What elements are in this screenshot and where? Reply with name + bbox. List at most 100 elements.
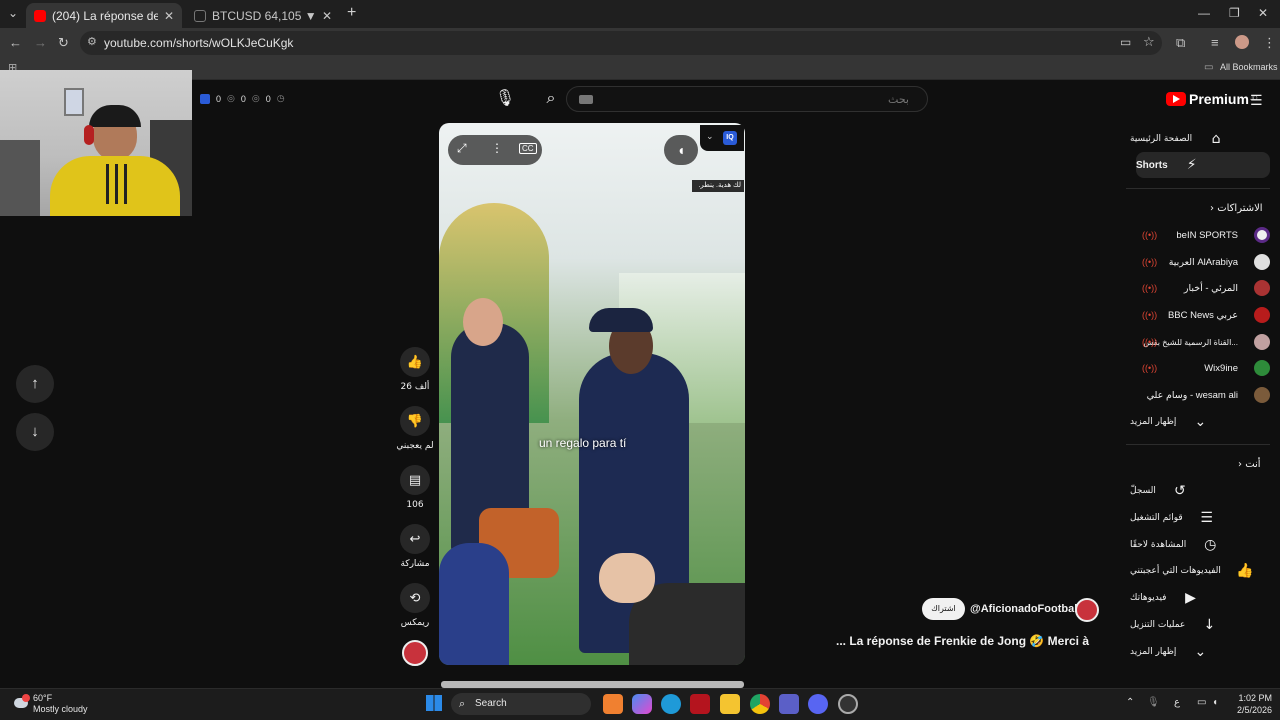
bookmark-star-icon[interactable]: ☆ xyxy=(1143,34,1155,50)
sidebar-item-your-videos[interactable]: ▶ فيديوهاتك xyxy=(1130,585,1270,611)
search-button[interactable]: ⌕ xyxy=(537,86,565,112)
edge-icon[interactable] xyxy=(661,694,681,714)
channel-avatar[interactable] xyxy=(1075,598,1099,622)
site-info-icon[interactable]: ⚙ xyxy=(87,35,97,48)
headset-icon xyxy=(84,125,94,145)
subs-show-more[interactable]: ⌄ إظهار المزيد xyxy=(1130,409,1270,435)
address-bar[interactable]: ⚙ youtube.com/shorts/wOLKJeCuKgk ▭ ☆ xyxy=(80,31,1162,55)
profile-avatar[interactable] xyxy=(1235,35,1249,49)
shorts-video-player[interactable] xyxy=(439,123,745,665)
system-clock[interactable]: 1:02 PM 2/5/2026 xyxy=(1224,692,1272,716)
progress-bar[interactable] xyxy=(441,681,744,688)
next-short-button[interactable]: ↓ xyxy=(16,413,54,451)
tab-btcusd[interactable]: BTCUSD 64,105 ▼ −12.18% ab ✕ xyxy=(186,3,340,28)
all-bookmarks-link[interactable]: All Bookmarks xyxy=(1220,62,1278,72)
bookmarks-bar: ⊞ ▭ All Bookmarks xyxy=(0,58,1280,80)
search-input[interactable] xyxy=(567,87,927,111)
sidebar-item-playlists[interactable]: ☰ قوائم التشغيل xyxy=(1130,505,1270,531)
sidebar-sub-wix9ine[interactable]: ((•)) Wix9ine xyxy=(1140,355,1270,381)
extensions-icon[interactable]: ⧉ xyxy=(1176,35,1185,51)
sound-avatar[interactable] xyxy=(402,640,428,666)
show-more-label: إظهار المزيد xyxy=(1130,647,1177,657)
forward-icon[interactable]: → xyxy=(34,35,47,50)
eye-icon: ◎ xyxy=(227,93,235,103)
channel-avatar xyxy=(1254,334,1270,350)
teams-icon[interactable] xyxy=(779,694,799,714)
video-caption: un regalo para tí xyxy=(539,436,627,450)
sidebar-item-watch-later[interactable]: ◷ المشاهدة لاحقًا xyxy=(1130,532,1270,558)
subscriptions-heading[interactable]: › الاشتراكات xyxy=(1210,203,1263,214)
sidebar-item-downloads[interactable]: ↓ عمليات التنزيل xyxy=(1130,612,1270,638)
iq-extension-badge[interactable]: IQ xyxy=(723,131,737,145)
maximize-button[interactable]: ❐ xyxy=(1229,6,1240,20)
sidebar-item-label: Shorts xyxy=(1136,159,1168,171)
weather-icon[interactable] xyxy=(12,694,30,712)
sidebar-sub-sheikh[interactable]: ((•)) القناة الرسمية للشيخ بقس... xyxy=(1140,329,1270,355)
sidebar-item-history[interactable]: ↺ السجلّ xyxy=(1130,478,1270,504)
tab-youtube[interactable]: (204) La réponse de Frenkie ✕ xyxy=(26,3,182,28)
face-left xyxy=(463,298,503,346)
you-show-more[interactable]: ⌄ إظهار المزيد xyxy=(1130,639,1270,665)
voice-search-button[interactable]: 🎙 xyxy=(493,87,517,111)
taskbar-search-box[interactable]: ⌕ Search xyxy=(451,693,591,715)
network-icon[interactable]: ▭ xyxy=(1197,697,1206,708)
search-box[interactable] xyxy=(566,86,928,112)
file-explorer-icon[interactable] xyxy=(720,694,740,714)
mic-tray-icon[interactable]: 🎙 xyxy=(1147,697,1160,708)
windows-start-icon[interactable] xyxy=(426,695,442,711)
playlists-icon: ☰ xyxy=(1200,510,1213,526)
channel-handle[interactable]: @AficionadoFootball xyxy=(970,603,1080,615)
menu-kebab-icon[interactable]: ⋮ xyxy=(1263,35,1276,51)
volume-button[interactable]: ◖ xyxy=(664,135,698,165)
sidebar-sub-bein[interactable]: ((•)) beIN SPORTS xyxy=(1140,222,1270,248)
cast-icon[interactable]: ▭ xyxy=(1120,35,1131,49)
weather-widget[interactable]: 60°F Mostly cloudy xyxy=(33,693,88,715)
fullscreen-icon[interactable]: ⤢ xyxy=(457,141,467,156)
you-heading[interactable]: › أنت xyxy=(1238,459,1261,470)
chevron-left-icon: › xyxy=(1210,203,1214,214)
copilot-icon[interactable] xyxy=(632,694,652,714)
chevron-down-icon[interactable]: ⌄ xyxy=(706,131,714,142)
tray-chevron-icon[interactable]: ⌃ xyxy=(1126,697,1134,708)
captions-button[interactable]: CC xyxy=(519,143,537,154)
reload-icon[interactable]: ↻ xyxy=(58,35,69,51)
language-indicator[interactable]: ع xyxy=(1174,697,1180,708)
close-window-button[interactable]: ✕ xyxy=(1258,6,1268,20)
minimize-button[interactable]: — xyxy=(1198,6,1210,20)
sidebar-sub-bbc[interactable]: ((•)) BBC News عربي xyxy=(1140,302,1270,328)
new-tab-button[interactable]: + xyxy=(347,4,356,22)
dislike-button[interactable]: 👎 xyxy=(400,406,430,436)
like-button[interactable]: 👍 xyxy=(400,347,430,377)
comments-button[interactable]: ▤ xyxy=(400,465,430,495)
remix-button[interactable]: ⟲ xyxy=(400,583,430,613)
video-title: ... La réponse de Frenkie de Jong 🤣 Merc… xyxy=(836,634,1090,648)
sidebar-item-liked[interactable]: 👍 الفيديوهات التي أعجبتني xyxy=(1130,558,1270,584)
chrome-icon[interactable] xyxy=(750,694,770,714)
share-label: مشاركة xyxy=(400,559,430,569)
subscribe-button[interactable]: اشتراك xyxy=(922,598,965,620)
sidebar-sub-almaraee[interactable]: ((•)) المرئي - أخبار xyxy=(1140,275,1270,301)
live-icon: ((•)) xyxy=(1142,363,1158,373)
volume-tray-icon[interactable]: ◖ xyxy=(1212,697,1218,708)
app-icon[interactable] xyxy=(603,694,623,714)
more-options-icon[interactable]: ⋮ xyxy=(491,141,503,155)
sidebar-item-home[interactable]: ⌂ الصفحة الرئيسية xyxy=(1130,126,1270,152)
channel-avatar xyxy=(1254,254,1270,270)
guide-menu-icon[interactable]: ☰ xyxy=(1250,92,1263,109)
close-tab-icon[interactable]: ✕ xyxy=(322,9,332,23)
tab-search-icon[interactable]: ⌄ xyxy=(8,6,18,20)
sidebar-sub-alarabiya[interactable]: ((•)) العربية AlArabiya xyxy=(1140,249,1270,275)
youtube-premium-logo[interactable]: Premium JO xyxy=(1166,91,1258,107)
back-icon[interactable]: ← xyxy=(9,35,22,50)
app-icon[interactable] xyxy=(838,694,858,714)
sidebar-sub-wesam[interactable]: وسام علي - wesam ali xyxy=(1140,382,1270,408)
close-tab-icon[interactable]: ✕ xyxy=(164,9,174,23)
share-button[interactable]: ↩ xyxy=(400,524,430,554)
dota-icon[interactable] xyxy=(690,694,710,714)
channel-name: وسام علي - wesam ali xyxy=(1146,389,1238,401)
previous-short-button[interactable]: ↑ xyxy=(16,365,54,403)
reading-list-icon[interactable]: ≡ xyxy=(1211,35,1219,50)
discord-icon[interactable] xyxy=(808,694,828,714)
sidebar-item-shorts[interactable]: ⚡ Shorts xyxy=(1136,152,1270,178)
counter-value: 0 xyxy=(216,93,222,104)
